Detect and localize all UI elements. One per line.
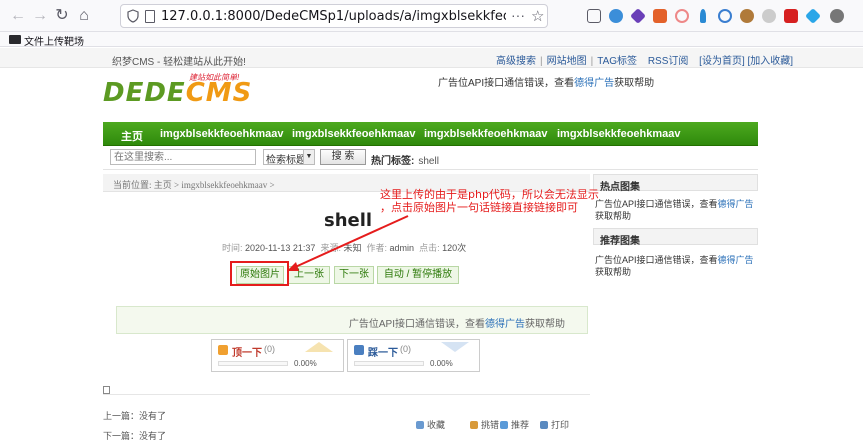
annotation-arrow-icon xyxy=(287,215,409,271)
